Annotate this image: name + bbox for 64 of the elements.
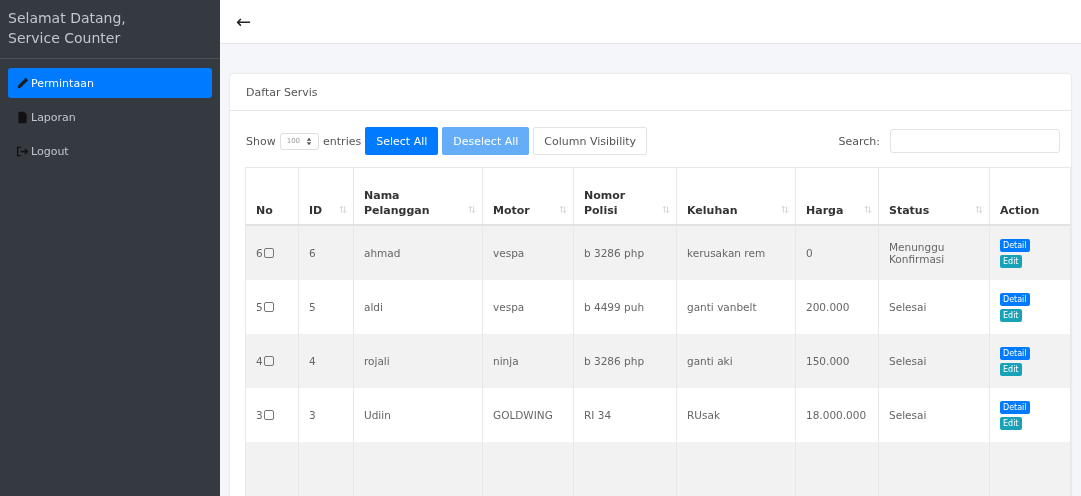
sort-icon (339, 205, 347, 214)
search-field[interactable] (890, 129, 1060, 153)
updown-arrows-icon (306, 136, 313, 146)
detail-button[interactable]: Detail (1000, 292, 1030, 306)
table-cell: 18.000.000 (806, 409, 867, 421)
table-cell: RUsak (687, 409, 720, 421)
sort-icon (662, 205, 670, 214)
table-cell: ganti vanbelt (687, 301, 757, 313)
detail-button[interactable]: Detail (1000, 400, 1030, 414)
sort-icon (559, 205, 567, 214)
table-cell: 3 (309, 409, 316, 421)
table-cell: 5 (309, 301, 316, 313)
table-cell: Menunggu Konfirmasi (889, 241, 945, 265)
file-icon (16, 110, 29, 124)
table-cell: vespa (493, 301, 525, 313)
table-cell: 6 (309, 247, 316, 259)
table-cell: Selesai (889, 301, 927, 313)
card-title: Daftar Servis (246, 85, 318, 99)
table-cell: 150.000 (806, 355, 850, 367)
sidebar-item[interactable]: Permintaan (8, 68, 212, 98)
table-cell: rojali (364, 355, 390, 367)
row-checkbox[interactable] (263, 248, 274, 258)
table-cell: GOLDWING (493, 409, 553, 421)
sort-icon (975, 205, 983, 214)
row-checkbox[interactable] (263, 410, 274, 420)
select-button[interactable]: Select All (365, 127, 439, 155)
row-checkbox[interactable] (263, 302, 274, 312)
sort-icon (781, 205, 789, 214)
table-cell: 6 (256, 247, 263, 259)
table-cell: b 4499 puh (584, 301, 645, 313)
table-cell: 200.000 (806, 301, 850, 313)
entries-label: entries (323, 134, 362, 148)
table-cell: kerusakan rem (687, 247, 766, 259)
logout-icon (16, 144, 29, 158)
sidebar-item[interactable]: Laporan (8, 102, 212, 132)
table-cell: b 3286 php (584, 355, 645, 367)
row-checkbox[interactable] (263, 356, 274, 366)
table-cell: 5 (256, 301, 263, 313)
table-cell: ninja (493, 355, 519, 367)
table-cell: Selesai (889, 409, 927, 421)
table-cell: ahmad (364, 247, 401, 259)
sort-icon (864, 205, 872, 214)
table-cell: Udiin (364, 409, 391, 421)
table-cell: 3 (256, 409, 263, 421)
table-cell: 4 (256, 355, 263, 367)
table-cell: vespa (493, 247, 525, 259)
table-cell: b 3286 php (584, 247, 645, 259)
show-label: Show (246, 134, 276, 148)
sort-icon (468, 205, 476, 214)
table-cell: RI 34 (584, 409, 612, 421)
column-visibility-button[interactable]: Column Visibility (533, 127, 648, 155)
detail-button[interactable]: Detail (1000, 238, 1030, 252)
pencil-icon (16, 76, 29, 90)
table-cell: 4 (309, 355, 316, 367)
detail-button[interactable]: Detail (1000, 346, 1030, 360)
table-cell: aldi (364, 301, 383, 313)
welcome-text: Service Counter (8, 29, 122, 48)
welcome-text: Selamat Datang, (8, 9, 127, 28)
table-cell: 0 (806, 247, 813, 259)
sidebar-item[interactable]: Logout (8, 136, 212, 166)
back-button[interactable]: ← (236, 11, 252, 33)
table-cell: ganti aki (687, 355, 733, 367)
table-cell: Selesai (889, 355, 927, 367)
search-label: Search: (838, 134, 880, 148)
